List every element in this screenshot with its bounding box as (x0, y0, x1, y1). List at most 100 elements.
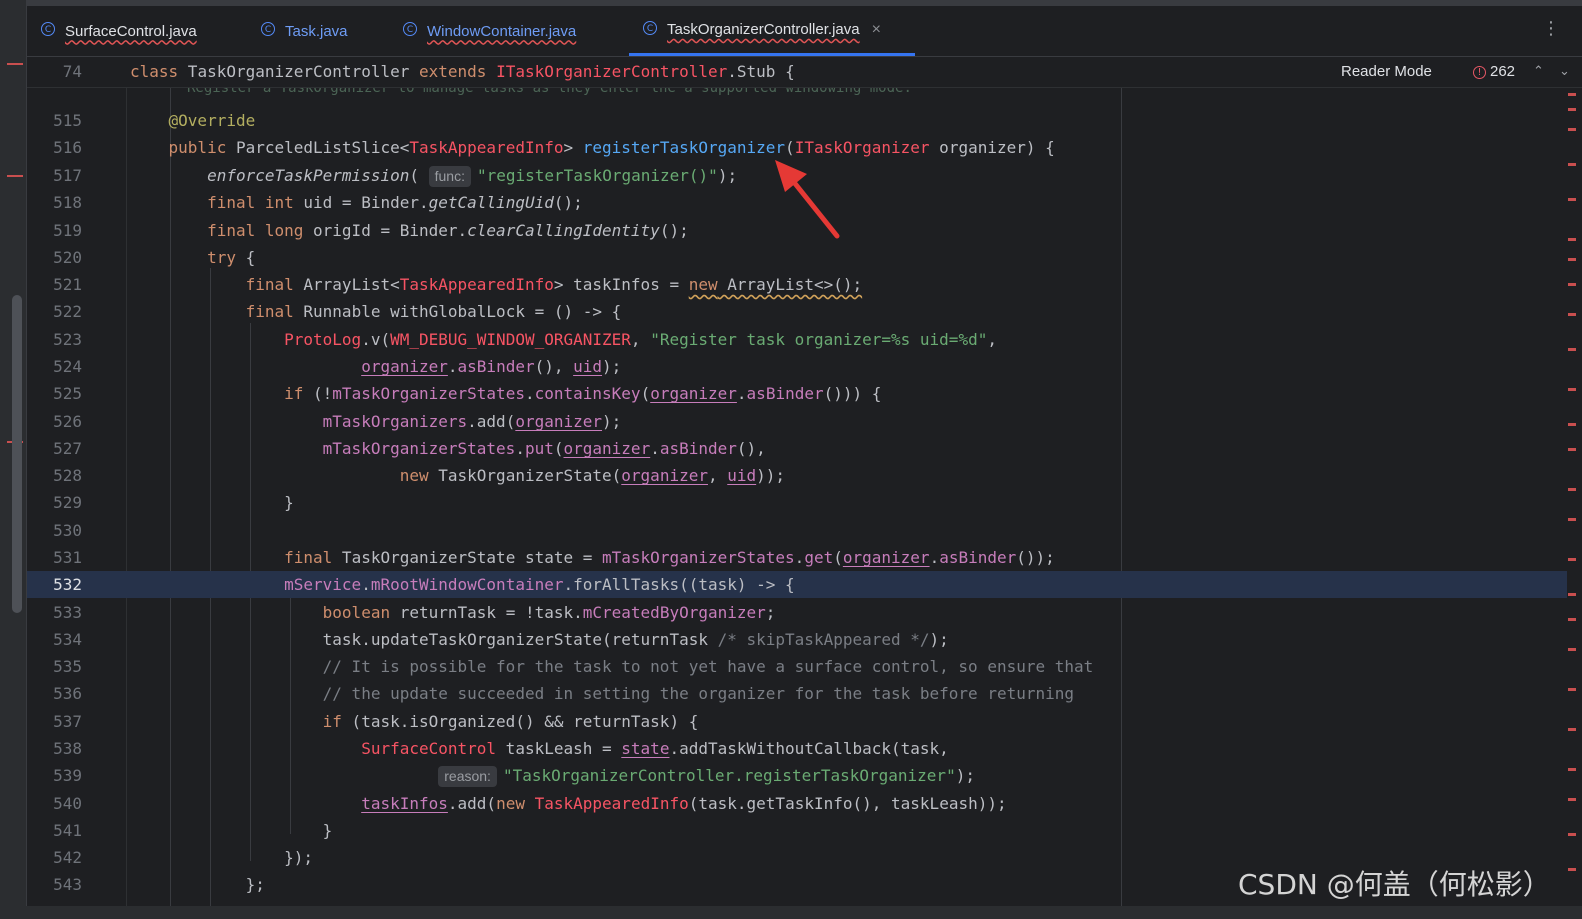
line-number: 539 (53, 766, 82, 785)
code-line[interactable]: 534 task.updateTaskOrganizerState(return… (27, 626, 1567, 653)
code-line[interactable]: 524 organizer.asBinder(), uid); (27, 353, 1567, 380)
error-marker (1568, 198, 1576, 201)
code-text: mTaskOrganizerStates.put(organizer.asBin… (322, 439, 766, 458)
code-line[interactable]: 527 mTaskOrganizerStates.put(organizer.a… (27, 435, 1567, 462)
close-tab-icon[interactable]: × (872, 21, 881, 39)
code-text: new TaskOrganizerState(organizer, uid)); (399, 466, 786, 485)
chevron-up-icon[interactable]: ⌃ (1533, 57, 1544, 87)
code-line[interactable]: 540 taskInfos.add(new TaskAppearedInfo(t… (27, 790, 1567, 817)
code-text: final long origId = Binder.clearCallingI… (207, 221, 689, 240)
code-line[interactable]: 538 SurfaceControl taskLeash = state.add… (27, 735, 1567, 762)
error-marker (1568, 348, 1576, 351)
problems-indicator[interactable]: ! 262 (1473, 57, 1515, 87)
code-line[interactable]: 535 // It is possible for the task to no… (27, 653, 1567, 680)
code-line[interactable]: 525 if (!mTaskOrganizerStates.containsKe… (27, 380, 1567, 407)
code-line[interactable]: 537 if (task.isOrganized() && returnTask… (27, 708, 1567, 735)
code-line[interactable]: 515 @Override (27, 107, 1567, 134)
code-text: ProtoLog.v(WM_DEBUG_WINDOW_ORGANIZER, "R… (284, 330, 997, 349)
code-line[interactable]: 530 (27, 517, 1567, 544)
sticky-scope-header[interactable]: 74 class TaskOrganizerController extends… (27, 57, 1582, 88)
code-text: }; (130, 875, 265, 894)
code-line[interactable]: 516 public ParceledListSlice<TaskAppeare… (27, 134, 1567, 161)
code-line[interactable]: 522 final Runnable withGlobalLock = () -… (27, 298, 1567, 325)
left-tool-strip (0, 0, 27, 919)
error-marker (1568, 93, 1576, 96)
code-text: taskInfos.add(new TaskAppearedInfo(task.… (361, 794, 1007, 813)
tab-windowcontainer[interactable]: C WindowContainer.java (403, 6, 576, 56)
line-number: 543 (53, 875, 82, 894)
tab-surfacecontrol[interactable]: C SurfaceControl.java (41, 6, 197, 56)
code-line[interactable]: 520 try { (27, 244, 1567, 271)
code-line[interactable]: 521 final ArrayList<TaskAppearedInfo> ta… (27, 271, 1567, 298)
sticky-code: class TaskOrganizerController extends IT… (130, 62, 795, 81)
line-number: 518 (53, 193, 82, 212)
code-line[interactable]: 533 boolean returnTask = !task.mCreatedB… (27, 599, 1567, 626)
code-text: if (task.isOrganized() && returnTask) { (322, 712, 699, 731)
more-menu-icon[interactable]: ⋮ (1542, 18, 1560, 39)
line-number: 529 (53, 493, 82, 512)
code-text: } (130, 493, 294, 512)
error-marker (1568, 423, 1576, 426)
code-text: final Runnable withGlobalLock = () -> { (245, 302, 622, 321)
line-number: 532 (53, 575, 82, 594)
code-line[interactable]: 529 } (27, 489, 1567, 516)
line-number: 540 (53, 794, 82, 813)
vertical-scrollbar-thumb[interactable] (12, 295, 22, 613)
line-number: 537 (53, 712, 82, 731)
error-marker (1568, 558, 1576, 561)
line-number: 541 (53, 821, 82, 840)
parameter-hint: reason: (438, 766, 497, 787)
error-marker (1568, 488, 1576, 491)
line-number: 519 (53, 221, 82, 240)
code-line[interactable]: 523 ProtoLog.v(WM_DEBUG_WINDOW_ORGANIZER… (27, 326, 1567, 353)
code-text: if (!mTaskOrganizerStates.containsKey(or… (284, 384, 882, 403)
error-icon: ! (1473, 65, 1486, 79)
error-marker (1568, 728, 1576, 731)
code-line[interactable]: 528 new TaskOrganizerState(organizer, ui… (27, 462, 1567, 489)
tab-label: TaskOrganizerController.java (667, 21, 860, 38)
error-marker (1568, 798, 1576, 801)
problems-count: 262 (1490, 63, 1516, 80)
code-text: final ArrayList<TaskAppearedInfo> taskIn… (245, 275, 863, 294)
error-marker (1568, 283, 1576, 286)
tab-label: Task.java (285, 22, 348, 40)
code-line[interactable]: 536 // the update succeeded in setting t… (27, 680, 1567, 707)
line-number: 516 (53, 138, 82, 157)
code-line-current[interactable]: 532 mService.mRootWindowContainer.forAll… (27, 571, 1567, 598)
error-marker (1568, 593, 1576, 596)
class-icon: C (403, 22, 417, 36)
error-marker (1568, 868, 1576, 871)
reader-mode-button[interactable]: Reader Mode (1341, 57, 1432, 87)
error-stripe[interactable] (1567, 88, 1582, 906)
code-line[interactable]: 539 reason: "TaskOrganizerController.regi… (27, 762, 1567, 789)
code-line[interactable]: 526 mTaskOrganizers.add(organizer); (27, 408, 1567, 435)
tab-taskorganizercontroller[interactable]: C TaskOrganizerController.java × (629, 6, 915, 56)
code-text: organizer.asBinder(), uid); (361, 357, 622, 376)
code-text: final TaskOrganizerState state = mTaskOr… (284, 548, 1055, 567)
code-text: mTaskOrganizers.add(organizer); (322, 412, 622, 431)
line-number: 542 (53, 848, 82, 867)
line-number: 522 (53, 302, 82, 321)
code-text: task.updateTaskOrganizerState(returnTask… (130, 630, 949, 649)
parameter-hint: func: (428, 166, 471, 187)
doc-comment-fragment: Register a TaskOrganizer to manage tasks… (187, 88, 912, 96)
bottom-border (0, 906, 1582, 919)
code-line[interactable]: 531 final TaskOrganizerState state = mTa… (27, 544, 1567, 571)
error-marker (1568, 238, 1576, 241)
error-marker (1568, 618, 1576, 621)
class-icon: C (643, 20, 657, 35)
chevron-down-icon[interactable]: ⌄ (1559, 57, 1570, 87)
tab-task[interactable]: C Task.java (261, 6, 348, 56)
error-marker (1568, 108, 1576, 111)
error-marker (1568, 648, 1576, 651)
line-number: 533 (53, 603, 82, 622)
line-number: 526 (53, 412, 82, 431)
code-text: // It is possible for the task to not ye… (322, 657, 1094, 676)
code-text: } (130, 821, 333, 840)
code-text: @Override (168, 111, 256, 130)
line-number: 538 (53, 739, 82, 758)
error-marker (1568, 388, 1576, 391)
code-editor[interactable]: Register a TaskOrganizer to manage tasks… (27, 88, 1567, 906)
class-icon: C (261, 22, 275, 36)
code-line[interactable]: 541 } (27, 817, 1567, 844)
